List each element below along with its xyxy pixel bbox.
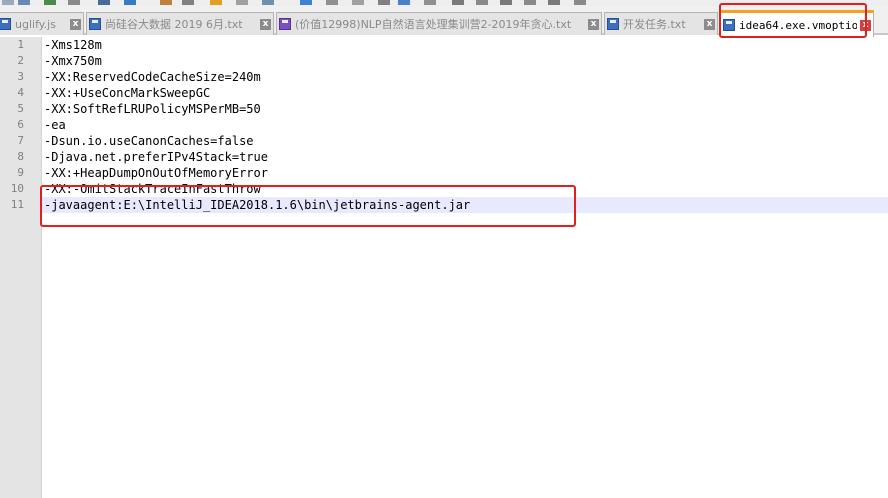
toolbar-icon[interactable] bbox=[160, 0, 172, 5]
code-line[interactable]: -ea bbox=[44, 117, 66, 133]
line-number: 4 bbox=[17, 86, 24, 99]
tab-label: 尚硅谷大数据 2019 6月.txt bbox=[105, 18, 243, 31]
close-icon[interactable]: x bbox=[260, 18, 271, 30]
toolbar-icon[interactable] bbox=[98, 0, 110, 5]
code-line[interactable]: -XX:ReservedCodeCacheSize=240m bbox=[44, 69, 261, 85]
close-icon[interactable]: x bbox=[704, 18, 715, 30]
file-icon bbox=[723, 19, 735, 31]
toolbar-icon[interactable] bbox=[548, 0, 560, 5]
toolbar-icon[interactable] bbox=[68, 0, 80, 5]
close-icon[interactable]: x bbox=[70, 18, 81, 30]
code-line[interactable]: -Xmx750m bbox=[44, 53, 102, 69]
file-icon bbox=[0, 18, 11, 30]
tab-nlp[interactable]: (价值12998)NLP自然语言处理集训营2-2019年贪心.txt x bbox=[276, 12, 602, 35]
code-line[interactable]: -XX:+UseConcMarkSweepGC bbox=[44, 85, 210, 101]
code-line[interactable]: -XX:+HeapDumpOnOutOfMemoryError bbox=[44, 165, 268, 181]
line-number: 9 bbox=[17, 166, 24, 179]
tab-idea64-vmoptions[interactable]: idea64.exe.vmoptions x bbox=[720, 10, 874, 37]
toolbar-icon[interactable] bbox=[574, 0, 586, 5]
code-line[interactable]: -Xms128m bbox=[44, 37, 102, 53]
code-line[interactable]: -javaagent:E:\IntelliJ_IDEA2018.1.6\bin\… bbox=[44, 197, 470, 213]
toolbar-icon[interactable] bbox=[44, 0, 56, 5]
line-number: 3 bbox=[17, 70, 24, 83]
line-number: 10 bbox=[10, 182, 24, 195]
toolbar-icon[interactable] bbox=[476, 0, 488, 5]
close-icon[interactable]: x bbox=[588, 18, 599, 30]
toolbar-icon[interactable] bbox=[398, 0, 410, 5]
toolbar-icon[interactable] bbox=[500, 0, 512, 5]
line-number: 11 bbox=[10, 198, 24, 211]
line-number: 1 bbox=[17, 38, 24, 51]
tab-kaifa[interactable]: 开发任务.txt x bbox=[604, 12, 718, 35]
tab-label: idea64.exe.vmoptions bbox=[739, 18, 857, 32]
tab-label: uglify.js bbox=[15, 17, 56, 31]
toolbar-icon[interactable] bbox=[182, 0, 194, 5]
line-number: 5 bbox=[17, 102, 24, 115]
code-line[interactable]: -XX:SoftRefLRUPolicyMSPerMB=50 bbox=[44, 101, 261, 117]
code-line[interactable]: -Dsun.io.useCanonCaches=false bbox=[44, 133, 254, 149]
tab-bar: uglify.js x 尚硅谷大数据 2019 6月.txt x (价值1299… bbox=[0, 6, 888, 37]
file-icon bbox=[89, 18, 101, 30]
toolbar-icon[interactable] bbox=[262, 0, 274, 5]
toolbar-icon[interactable] bbox=[378, 0, 390, 5]
text-editor[interactable]: -Xms128m -Xmx750m -XX:ReservedCodeCacheS… bbox=[42, 37, 888, 498]
line-number: 7 bbox=[17, 134, 24, 147]
line-number: 6 bbox=[17, 118, 24, 131]
toolbar-icon[interactable] bbox=[2, 0, 14, 5]
file-icon bbox=[607, 18, 619, 30]
toolbar-icon[interactable] bbox=[210, 0, 222, 5]
toolbar-icon[interactable] bbox=[524, 0, 536, 5]
code-line[interactable]: -XX:-OmitStackTraceInFastThrow bbox=[44, 181, 261, 197]
toolbar-icon[interactable] bbox=[424, 0, 436, 5]
tab-dashuju[interactable]: 尚硅谷大数据 2019 6月.txt x bbox=[86, 12, 274, 35]
line-number-gutter: 1 2 3 4 5 6 7 8 9 10 11 bbox=[0, 37, 42, 498]
code-line[interactable]: -Djava.net.preferIPv4Stack=true bbox=[44, 149, 268, 165]
file-icon bbox=[279, 18, 291, 30]
toolbar-icon[interactable] bbox=[352, 0, 364, 5]
toolbar-icon[interactable] bbox=[300, 0, 312, 5]
toolbar-icon[interactable] bbox=[18, 0, 30, 5]
line-number: 2 bbox=[17, 54, 24, 67]
tab-uglify[interactable]: uglify.js x bbox=[0, 12, 84, 35]
close-icon[interactable]: x bbox=[860, 19, 871, 31]
toolbar-icon[interactable] bbox=[236, 0, 248, 5]
line-number: 8 bbox=[17, 150, 24, 163]
toolbar-icon[interactable] bbox=[124, 0, 136, 5]
toolbar-icon[interactable] bbox=[452, 0, 464, 5]
tab-label: 开发任务.txt bbox=[623, 18, 686, 31]
toolbar-icon[interactable] bbox=[326, 0, 338, 5]
tab-label: (价值12998)NLP自然语言处理集训营2-2019年贪心.txt bbox=[295, 18, 572, 31]
